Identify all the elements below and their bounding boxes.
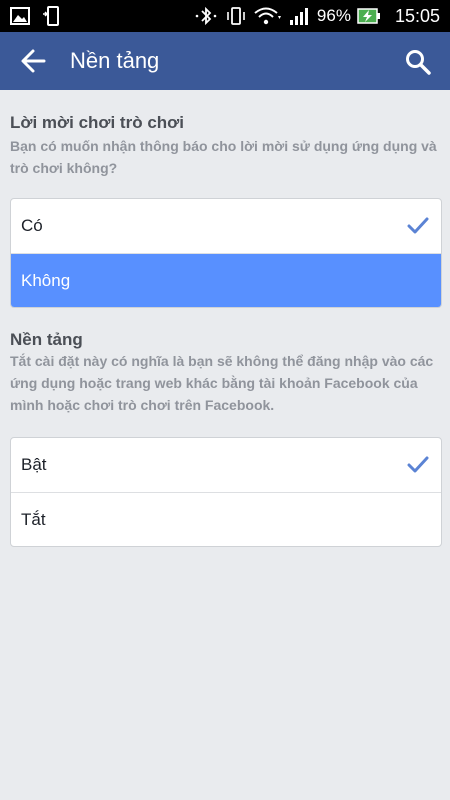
option-no[interactable]: Không [11, 253, 441, 307]
app-bar: Nền tảng [0, 32, 450, 90]
page-title: Nền tảng [70, 48, 160, 73]
battery-percent: 96% [316, 6, 351, 25]
back-arrow-icon [21, 49, 46, 73]
game-invites-title: Lời mời chơi trò chơi [10, 113, 184, 132]
game-invites-description: Bạn có muốn nhận thông báo cho lời mời s… [10, 138, 437, 176]
bluetooth-icon [195, 6, 217, 26]
vibrate-icon [227, 7, 245, 25]
search-button[interactable] [404, 48, 432, 76]
gallery-notification-icon [10, 7, 30, 25]
status-bar: 96% 15:05 [0, 0, 450, 32]
signal-icon [289, 8, 308, 25]
checkmark-icon [407, 456, 429, 473]
device-sync-icon [43, 6, 59, 26]
back-button[interactable] [18, 47, 50, 75]
option-yes[interactable]: Có [11, 199, 441, 253]
option-on[interactable]: Bật [11, 438, 441, 492]
checkmark-icon [407, 217, 429, 234]
clock: 15:05 [394, 5, 440, 26]
wifi-icon [254, 7, 281, 25]
option-off[interactable]: Tắt [11, 492, 441, 546]
platform-title: Nền tảng [10, 330, 83, 349]
option-label: Không [21, 271, 71, 290]
platform-description: Tắt cài đặt này có nghĩa là bạn sẽ không… [10, 353, 434, 413]
battery-charging-icon [357, 8, 380, 24]
option-label: Có [21, 216, 43, 235]
option-label: Bật [21, 455, 47, 474]
game-invites-options: Có Không [10, 198, 442, 308]
platform-options: Bật Tắt [10, 437, 442, 547]
search-icon [406, 50, 431, 75]
option-label: Tắt [21, 510, 46, 529]
